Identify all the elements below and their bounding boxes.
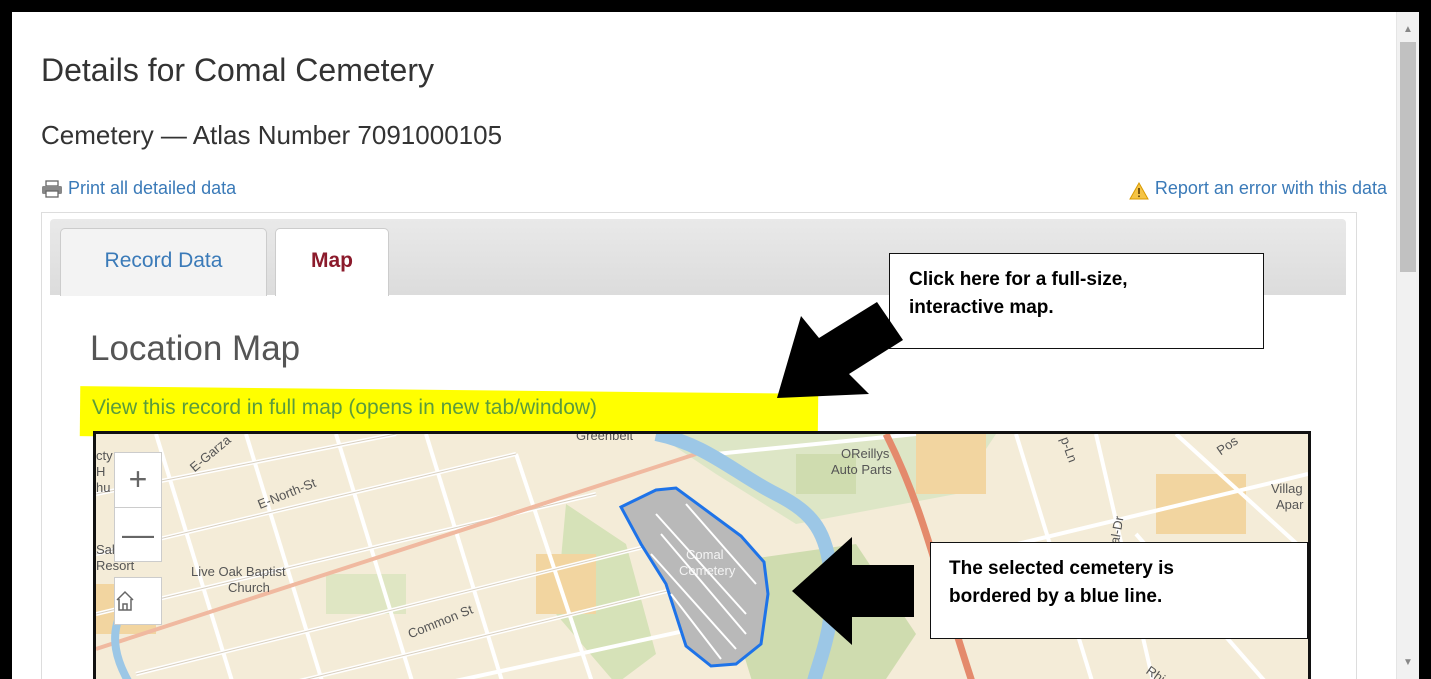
callout-full-map-line1: Click here for a full-size,: [909, 269, 1128, 290]
scroll-down-arrow-icon[interactable]: ▼: [1397, 653, 1419, 673]
map-label-comal: Comal: [686, 547, 724, 562]
arrow-to-link-icon: [777, 302, 903, 398]
map-label-apar: Apar: [1276, 497, 1304, 512]
page-title: Details for Comal Cemetery: [41, 52, 434, 88]
browser-viewport: Details for Comal Cemetery Cemetery — At…: [12, 12, 1419, 679]
zoom-controls: + —: [114, 452, 162, 562]
scroll-up-arrow-icon[interactable]: ▲: [1397, 20, 1419, 40]
map-label-cemetery: Cemetery: [679, 563, 736, 578]
map-label-village: Villag: [1271, 481, 1303, 496]
home-button[interactable]: [114, 577, 162, 625]
printer-icon: [42, 180, 62, 198]
warning-icon: [1129, 182, 1149, 200]
report-error-label: Report an error with this data: [1154, 178, 1387, 198]
map-label-liveoak: Live Oak Baptist: [191, 564, 286, 579]
tab-record-data[interactable]: Record Data: [60, 228, 267, 296]
view-full-map-link[interactable]: View this record in full map (opens in n…: [92, 396, 597, 420]
callout-full-map: Click here for a full-size, interactive …: [889, 253, 1264, 349]
map-label-autoparts: Auto Parts: [831, 462, 892, 477]
page-subtitle: Cemetery — Atlas Number 7091000105: [41, 120, 503, 150]
zoom-out-button[interactable]: —: [115, 507, 161, 562]
home-icon: [116, 590, 134, 611]
vertical-scrollbar[interactable]: ▲ ▼: [1396, 12, 1419, 679]
callout-cemetery-line1: The selected cemetery is: [949, 558, 1174, 579]
map-label-church: Church: [228, 580, 270, 595]
callout-cemetery-line2: bordered by a blue line.: [949, 586, 1163, 607]
report-error-link[interactable]: Report an error with this data: [1129, 178, 1387, 200]
print-link[interactable]: Print all detailed data: [41, 178, 236, 199]
tab-map[interactable]: Map: [275, 228, 389, 296]
callout-cemetery-border: The selected cemetery is bordered by a b…: [930, 542, 1308, 639]
callout-full-map-line2: interactive map.: [909, 297, 1054, 318]
map-label-greenbelt: Greenbelt: [576, 431, 634, 443]
map-label-oreillys: OReillys: [841, 446, 890, 461]
print-link-label: Print all detailed data: [68, 178, 237, 198]
map-label-hu: hu: [96, 480, 111, 495]
zoom-in-button[interactable]: +: [115, 453, 161, 507]
map-label-h: H: [96, 464, 106, 479]
arrow-to-cemetery-icon: [792, 537, 914, 645]
map-label-cty: cty: [96, 448, 113, 463]
location-map-heading: Location Map: [90, 329, 301, 368]
scroll-thumb[interactable]: [1400, 42, 1416, 272]
